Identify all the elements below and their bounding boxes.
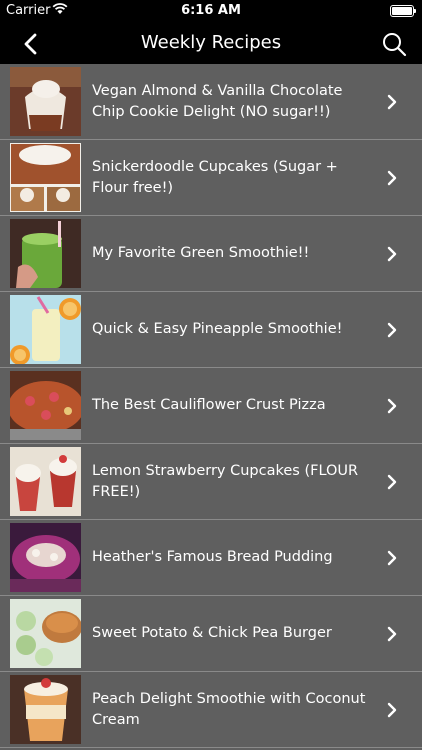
recipe-list: Vegan Almond & Vanilla Chocolate Chip Co… (0, 64, 422, 748)
recipe-row[interactable]: My Favorite Green Smoothie!! (0, 216, 422, 292)
chevron-right-icon (387, 474, 397, 490)
recipe-thumbnail-image (10, 143, 81, 212)
status-time: 6:16 AM (181, 3, 241, 18)
recipe-title: Quick & Easy Pineapple Smoothie! (92, 321, 343, 337)
chevron-right-icon (387, 246, 397, 262)
recipe-title: Peach Delight Smoothie with Coconut Crea… (92, 690, 366, 728)
recipe-thumbnail-image (10, 447, 81, 516)
chevron-right-icon (387, 398, 397, 414)
chevron-right-icon (387, 94, 397, 110)
recipe-title: Lemon Strawberry Cupcakes (FLOUR FREE!) (92, 462, 359, 500)
recipe-thumbnail-image (10, 295, 81, 364)
chevron-right-icon (387, 170, 397, 186)
recipe-title: Sweet Potato & Chick Pea Burger (92, 625, 332, 641)
recipe-title: Heather's Famous Bread Pudding (92, 549, 333, 565)
recipe-row[interactable]: Peach Delight Smoothie with Coconut Crea… (0, 672, 422, 748)
recipe-title: My Favorite Green Smoothie!! (92, 245, 310, 261)
recipe-thumbnail-image (10, 67, 81, 136)
search-button[interactable] (380, 30, 408, 58)
recipe-thumbnail-image (10, 599, 81, 668)
battery-icon (390, 5, 416, 17)
recipe-thumbnail-image (10, 523, 81, 592)
recipe-thumbnail-image (10, 675, 81, 744)
recipe-title: Vegan Almond & Vanilla Chocolate Chip Co… (92, 82, 343, 120)
recipe-thumbnail-image (10, 371, 81, 440)
chevron-right-icon (387, 626, 397, 642)
chevron-right-icon (387, 322, 397, 338)
recipe-row[interactable]: Sweet Potato & Chick Pea Burger (0, 596, 422, 672)
chevron-right-icon (387, 702, 397, 718)
status-bar: Carrier 6:16 AM (0, 0, 422, 22)
recipe-row[interactable]: Snickerdoodle Cupcakes (Sugar + Flour fr… (0, 140, 422, 216)
recipe-row[interactable]: Lemon Strawberry Cupcakes (FLOUR FREE!) (0, 444, 422, 520)
recipe-row[interactable]: Quick & Easy Pineapple Smoothie! (0, 292, 422, 368)
recipe-thumbnail-image (10, 219, 81, 288)
page-title: Weekly Recipes (140, 32, 282, 53)
recipe-row[interactable]: Vegan Almond & Vanilla Chocolate Chip Co… (0, 64, 422, 140)
chevron-right-icon (387, 550, 397, 566)
recipe-title: The Best Cauliflower Crust Pizza (92, 397, 326, 413)
recipe-row[interactable]: The Best Cauliflower Crust Pizza (0, 368, 422, 444)
recipe-row[interactable]: Heather's Famous Bread Pudding (0, 520, 422, 596)
navigation-bar: Weekly Recipes (0, 22, 422, 64)
recipe-title: Snickerdoodle Cupcakes (Sugar + Flour fr… (92, 158, 338, 196)
